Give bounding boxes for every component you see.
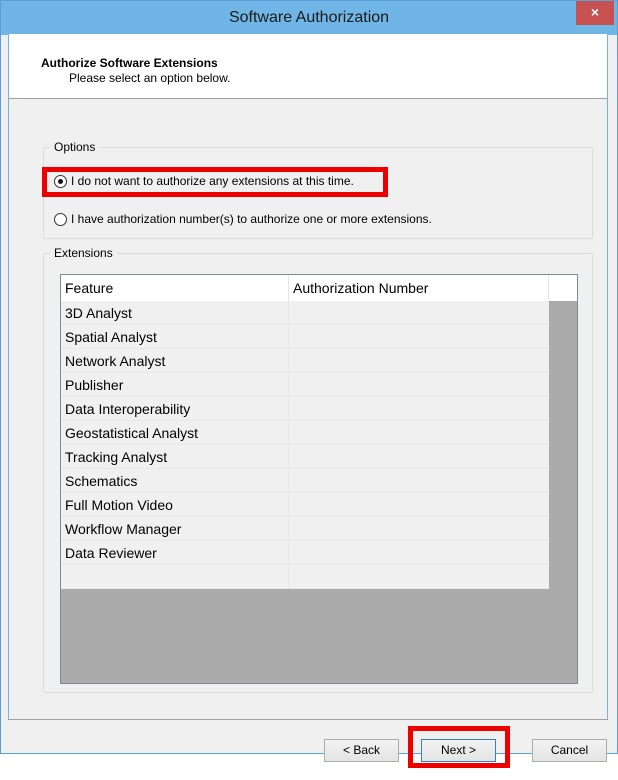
extensions-table: Feature Authorization Number 3D Analyst …	[60, 274, 578, 684]
highlight-box-option	[42, 167, 388, 197]
table-row[interactable]: Spatial Analyst	[61, 325, 549, 349]
table-row[interactable]: Publisher	[61, 373, 549, 397]
feature-cell: Full Motion Video	[61, 493, 289, 517]
cancel-button[interactable]: Cancel	[532, 739, 607, 762]
back-button[interactable]: < Back	[324, 739, 399, 762]
feature-cell	[61, 565, 289, 589]
option-have-authorization-label: I have authorization number(s) to author…	[71, 212, 432, 226]
authorization-cell[interactable]	[289, 373, 549, 397]
table-row[interactable]: Schematics	[61, 469, 549, 493]
option-have-authorization[interactable]: I have authorization number(s) to author…	[54, 212, 432, 226]
authorization-cell[interactable]	[289, 325, 549, 349]
radio-unchecked-icon[interactable]	[54, 212, 67, 226]
feature-cell: Schematics	[61, 469, 289, 493]
authorization-cell[interactable]	[289, 493, 549, 517]
feature-cell: Spatial Analyst	[61, 325, 289, 349]
authorization-cell[interactable]	[289, 541, 549, 565]
header-subtitle: Please select an option below.	[69, 71, 231, 85]
highlight-box-next	[408, 726, 510, 768]
table-header: Feature Authorization Number	[61, 275, 577, 301]
table-row[interactable]: Network Analyst	[61, 349, 549, 373]
table-row[interactable]: Data Reviewer	[61, 541, 549, 565]
authorization-cell[interactable]	[289, 397, 549, 421]
footer-divider	[8, 719, 608, 720]
column-header-authorization-number[interactable]: Authorization Number	[289, 275, 549, 301]
feature-cell: Network Analyst	[61, 349, 289, 373]
feature-cell: Data Interoperability	[61, 397, 289, 421]
title-bar[interactable]: Software Authorization ×	[1, 1, 617, 35]
table-row[interactable]: Workflow Manager	[61, 517, 549, 541]
authorization-cell[interactable]	[289, 517, 549, 541]
header-title: Authorize Software Extensions	[41, 56, 218, 70]
window-title: Software Authorization	[228, 9, 390, 26]
table-body: 3D Analyst Spatial Analyst Network Analy…	[61, 301, 549, 589]
feature-cell: 3D Analyst	[61, 301, 289, 325]
feature-cell: Workflow Manager	[61, 517, 289, 541]
extensions-group-label: Extensions	[50, 246, 117, 260]
feature-cell: Publisher	[61, 373, 289, 397]
authorization-cell[interactable]	[289, 421, 549, 445]
options-group-label: Options	[50, 140, 100, 154]
feature-cell: Data Reviewer	[61, 541, 289, 565]
authorization-cell[interactable]	[289, 301, 549, 325]
table-row[interactable]	[61, 565, 549, 589]
authorization-cell[interactable]	[289, 469, 549, 493]
feature-cell: Tracking Analyst	[61, 445, 289, 469]
column-header-filler	[549, 275, 577, 301]
table-row[interactable]: Data Interoperability	[61, 397, 549, 421]
wizard-header: Authorize Software Extensions Please sel…	[8, 34, 608, 98]
table-row[interactable]: Tracking Analyst	[61, 445, 549, 469]
close-button[interactable]: ×	[576, 1, 614, 25]
table-row[interactable]: 3D Analyst	[61, 301, 549, 325]
table-row[interactable]: Geostatistical Analyst	[61, 421, 549, 445]
authorization-cell[interactable]	[289, 565, 549, 589]
authorization-cell[interactable]	[289, 349, 549, 373]
authorization-cell[interactable]	[289, 445, 549, 469]
column-header-feature[interactable]: Feature	[61, 275, 289, 301]
table-row[interactable]: Full Motion Video	[61, 493, 549, 517]
close-icon: ×	[590, 4, 600, 20]
feature-cell: Geostatistical Analyst	[61, 421, 289, 445]
